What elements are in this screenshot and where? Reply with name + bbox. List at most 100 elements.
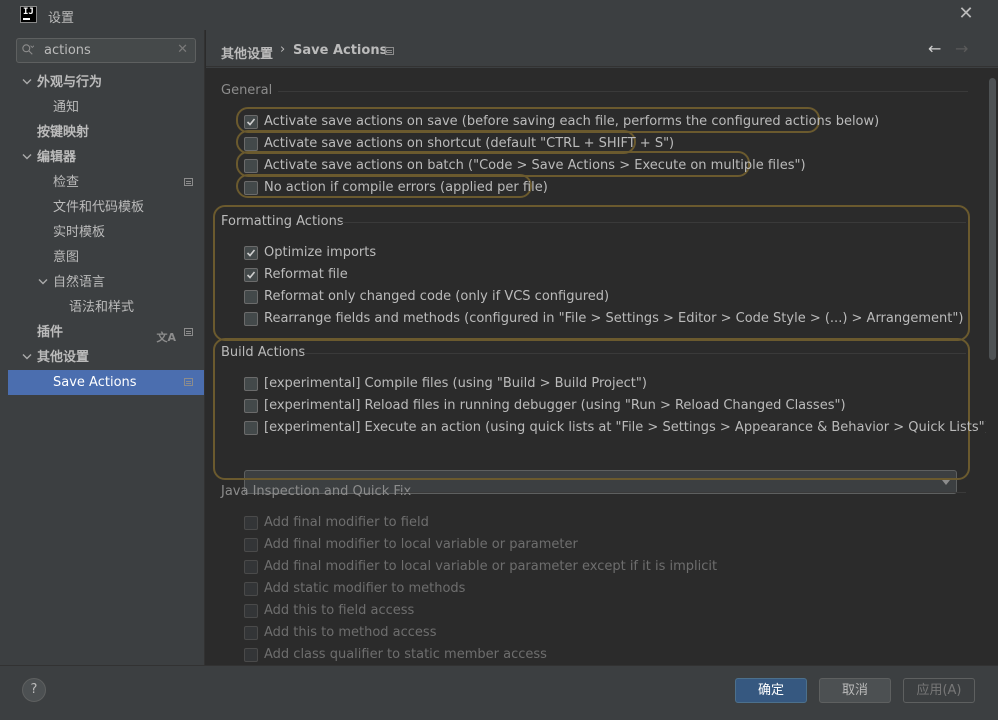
checkbox-unchecked (244, 538, 258, 552)
checkbox-unchecked[interactable] (244, 377, 258, 391)
sidebar-item-label: Save Actions (53, 375, 137, 390)
sidebar-item[interactable]: 按键映射 (8, 120, 204, 145)
checkbox-unchecked[interactable] (244, 159, 258, 173)
sidebar-item-label: 意图 (53, 250, 80, 265)
settings-content-panel: 其他设置 › Save Actions ← → General Formatti… (206, 30, 998, 665)
forward-arrow-icon[interactable]: → (955, 39, 968, 58)
project-settings-icon (184, 328, 193, 336)
option-label: Reformat file (264, 267, 348, 282)
sidebar-item-label: 自然语言 (53, 275, 106, 290)
option-label: No action if compile errors (applied per… (264, 180, 548, 195)
section-title-general: General (221, 83, 273, 98)
title-bar: IJ 设置 ✕ (0, 0, 998, 30)
help-button[interactable]: ? (22, 678, 46, 702)
checkbox-unchecked (244, 582, 258, 596)
sidebar-item-label: 检查 (53, 175, 80, 190)
settings-sidebar: ✕ 外观与行为通知按键映射编辑器检查文件和代码模板实时模板意图自然语言语法和样式… (0, 30, 205, 665)
sidebar-item[interactable]: 插件 文A (8, 320, 204, 345)
sidebar-item[interactable]: Save Actions (8, 370, 204, 395)
checkbox-unchecked (244, 604, 258, 618)
checkbox-unchecked[interactable] (244, 290, 258, 304)
checkbox-unchecked (244, 626, 258, 640)
sidebar-item-label: 语法和样式 (69, 300, 135, 315)
chevron-down-icon[interactable] (38, 270, 50, 295)
checkbox-checked[interactable] (244, 268, 258, 282)
sidebar-item[interactable]: 其他设置 (8, 345, 204, 370)
option-label: [experimental] Reload files in running d… (264, 398, 846, 413)
option-label: [experimental] Execute an action (using … (264, 420, 986, 435)
checkbox-unchecked[interactable] (244, 312, 258, 326)
section-title-formatting: Formatting Actions (221, 214, 344, 229)
option-label: [experimental] Compile files (using "Bui… (264, 376, 647, 391)
checkbox-unchecked (244, 516, 258, 530)
cancel-button[interactable]: 取消 (819, 678, 891, 703)
checkbox-unchecked[interactable] (244, 181, 258, 195)
sidebar-item[interactable]: 语法和样式 (8, 295, 204, 320)
project-settings-icon (385, 47, 394, 55)
sidebar-item-label: 插件 (37, 325, 64, 340)
section-title-build: Build Actions (221, 345, 306, 360)
option-label: Add final modifier to local variable or … (264, 559, 718, 574)
search-icon[interactable] (22, 44, 34, 56)
sidebar-item[interactable]: 检查 (8, 170, 204, 195)
breadcrumb: 其他设置 › Save Actions ← → (206, 30, 998, 67)
chevron-down-icon[interactable] (22, 70, 34, 95)
option-label: Activate save actions on shortcut (defau… (264, 136, 675, 151)
option-label: Add this to method access (264, 625, 437, 640)
back-arrow-icon[interactable]: ← (928, 39, 941, 58)
search-input[interactable] (44, 42, 174, 59)
sidebar-item[interactable]: 意图 (8, 245, 204, 270)
chevron-down-icon[interactable] (942, 480, 950, 485)
section-separator (278, 91, 968, 92)
option-label: Reformat only changed code (only if VCS … (264, 289, 610, 304)
scrollbar-thumb[interactable] (989, 78, 996, 360)
chevron-down-icon[interactable] (22, 145, 34, 170)
sidebar-item-label: 通知 (53, 100, 80, 115)
sidebar-item-label: 其他设置 (37, 350, 90, 365)
section-separator (398, 492, 966, 493)
breadcrumb-separator: › (280, 42, 286, 57)
option-label: Rearrange fields and methods (configured… (264, 311, 964, 326)
sidebar-item-label: 按键映射 (37, 125, 90, 140)
checkbox-unchecked (244, 648, 258, 662)
project-settings-icon (184, 178, 193, 186)
apply-button[interactable]: 应用(A) (903, 678, 975, 703)
option-label: Activate save actions on save (before sa… (264, 114, 880, 129)
sidebar-item-label: 文件和代码模板 (53, 200, 145, 215)
checkbox-unchecked[interactable] (244, 421, 258, 435)
content-scrollbar[interactable] (986, 68, 998, 665)
chevron-down-icon[interactable] (22, 345, 34, 370)
breadcrumb-parent[interactable]: 其他设置 (221, 43, 273, 62)
section-title-java-inspection: Java Inspection and Quick Fix (221, 484, 412, 499)
option-label: Activate save actions on batch ("Code > … (264, 158, 806, 173)
intellij-app-icon: IJ (20, 6, 37, 23)
dialog-button-bar: ? 确定 取消 应用(A) (0, 665, 998, 720)
sidebar-item[interactable]: 通知 (8, 95, 204, 120)
option-label: Add final modifier to local variable or … (264, 537, 578, 552)
checkbox-unchecked[interactable] (244, 399, 258, 413)
option-label: Optimize imports (264, 245, 377, 260)
checkbox-checked[interactable] (244, 246, 258, 260)
sidebar-item[interactable]: 编辑器 (8, 145, 204, 170)
close-icon[interactable]: ✕ (956, 4, 976, 24)
section-separator (336, 222, 966, 223)
checkbox-checked[interactable] (244, 115, 258, 129)
section-separator (304, 353, 966, 354)
option-label: Add class qualifier to static member acc… (264, 647, 547, 662)
sidebar-item-label: 外观与行为 (37, 75, 103, 90)
sidebar-item[interactable]: 自然语言 (8, 270, 204, 295)
sidebar-item-label: 编辑器 (37, 150, 77, 165)
option-label: Add static modifier to methods (264, 581, 466, 596)
clear-search-icon[interactable]: ✕ (177, 42, 188, 57)
save-actions-content: General Formatting Actions Build Actions… (206, 68, 986, 665)
option-label: Add final modifier to field (264, 515, 429, 530)
ok-button[interactable]: 确定 (735, 678, 807, 703)
breadcrumb-current: Save Actions (293, 43, 388, 58)
search-box[interactable]: ✕ (16, 38, 196, 63)
sidebar-item[interactable]: 文件和代码模板 (8, 195, 204, 220)
sidebar-item[interactable]: 外观与行为 (8, 70, 204, 95)
option-label: Add this to field access (264, 603, 415, 618)
checkbox-unchecked[interactable] (244, 137, 258, 151)
sidebar-item-label: 实时模板 (53, 225, 106, 240)
sidebar-item[interactable]: 实时模板 (8, 220, 204, 245)
